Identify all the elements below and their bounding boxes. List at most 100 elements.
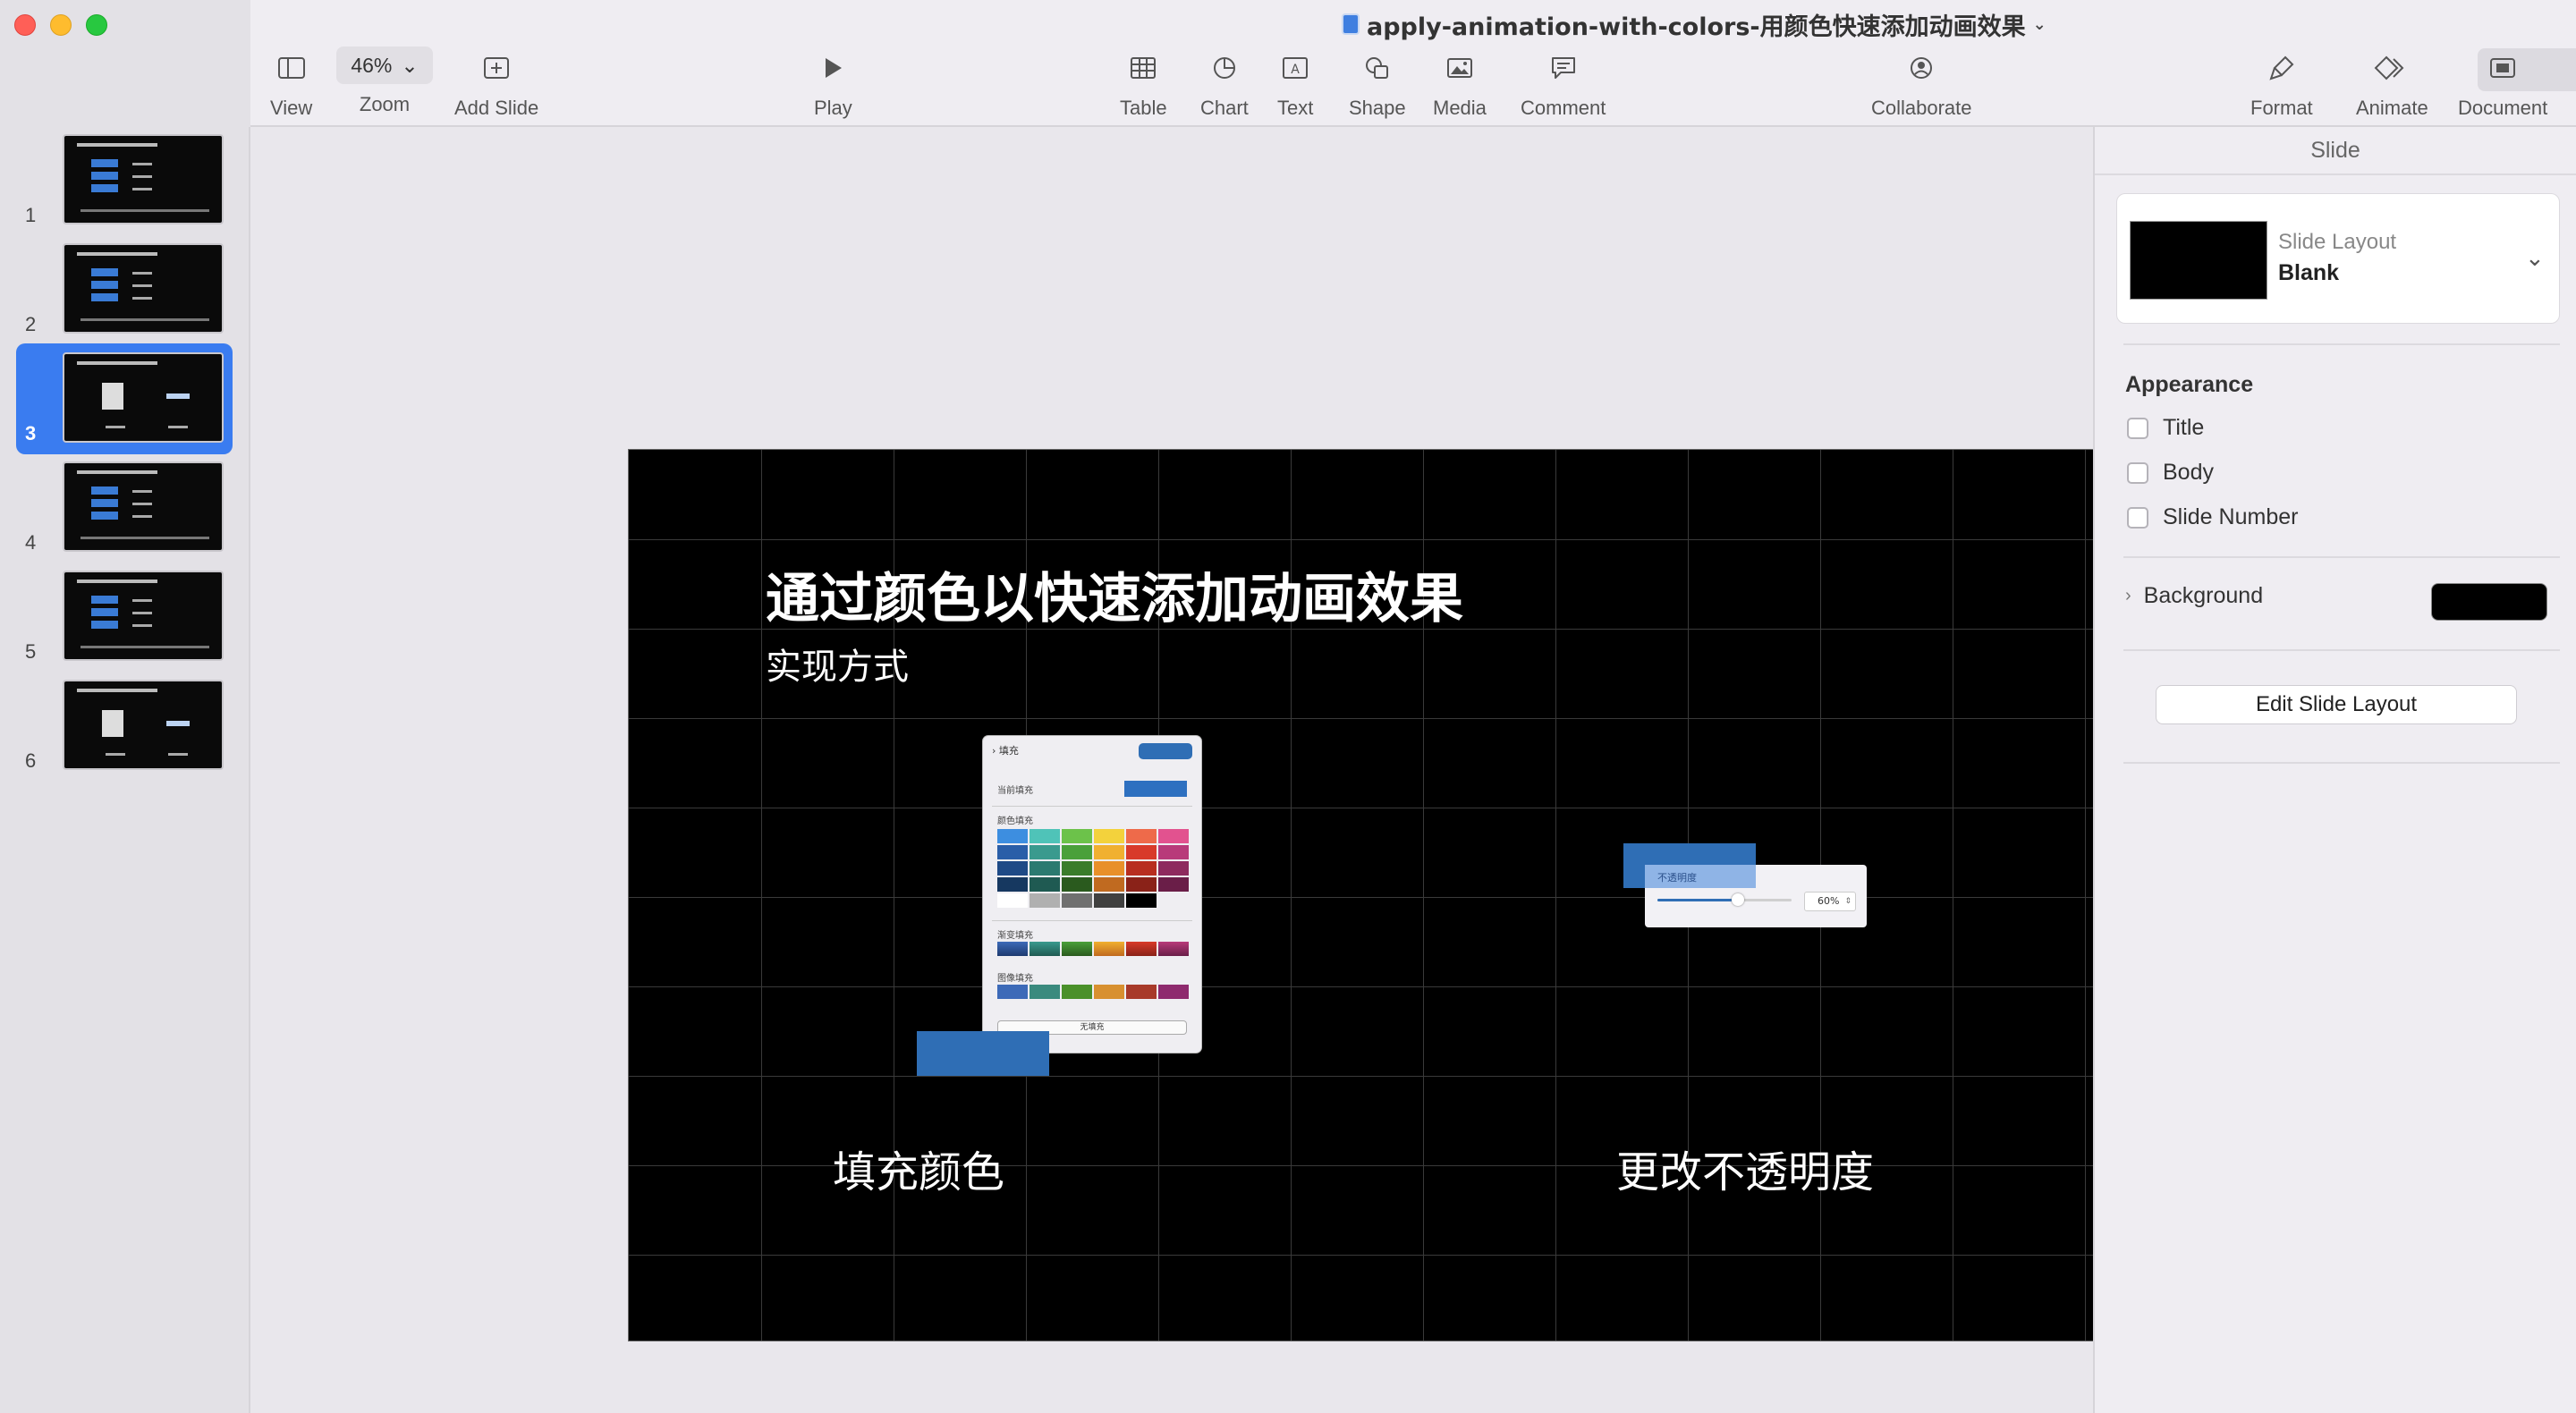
current-fill-label: 当前填充	[997, 786, 1033, 796]
slide-thumbnail-2[interactable]	[63, 243, 224, 334]
slide-number-checkbox[interactable]	[2127, 506, 2148, 529]
background-color-well[interactable]	[2431, 583, 2547, 621]
slide-thumbnail-1[interactable]	[63, 134, 224, 224]
close-window-button[interactable]	[14, 14, 36, 36]
thumb-shape	[91, 281, 118, 289]
chart-button[interactable]: Chart	[1200, 50, 1249, 120]
shape-label: Shape	[1349, 97, 1406, 119]
caption-fill-color[interactable]: 填充颜色	[833, 1137, 1004, 1199]
comment-label: Comment	[1521, 97, 1606, 119]
add-slide-button[interactable]: Add Slide	[454, 50, 538, 120]
thumb-title	[77, 252, 157, 256]
table-button[interactable]: Table	[1120, 50, 1167, 120]
slide-thumbnail-4[interactable]	[63, 461, 224, 552]
thumb-shape	[91, 608, 118, 616]
keynote-doc-icon	[1342, 13, 1360, 35]
thumb-text	[132, 297, 152, 300]
slide-thumbnail-6[interactable]	[63, 680, 224, 770]
thumb-shape	[91, 293, 118, 301]
inspector-tab-slide[interactable]: Slide	[2095, 127, 2576, 175]
minimize-window-button[interactable]	[50, 14, 72, 36]
format-label: Format	[2250, 97, 2313, 119]
thumb-opacity-panel	[166, 721, 190, 726]
text-button[interactable]: A Text	[1277, 50, 1313, 120]
text-box-icon: A	[1277, 50, 1313, 86]
add-slide-label: Add Slide	[454, 97, 539, 119]
slide-thumbnail-5[interactable]	[63, 571, 224, 661]
chart-icon	[1207, 50, 1242, 86]
shape-button[interactable]: Shape	[1349, 50, 1406, 120]
slide-subtitle[interactable]: 实现方式	[766, 638, 909, 690]
fill-type-popup	[1139, 743, 1192, 759]
slide-layout-value: Blank	[2278, 260, 2340, 285]
thumb-caption	[168, 753, 188, 756]
play-button[interactable]: Play	[814, 50, 852, 120]
thumb-text	[132, 163, 152, 165]
body-checkbox-label: Body	[2163, 460, 2214, 485]
toolbar: apply-animation-with-colors-用颜色快速添加动画效果 …	[250, 0, 2576, 127]
thumb-text	[132, 624, 152, 627]
edit-slide-layout-button[interactable]: Edit Slide Layout	[2156, 685, 2517, 724]
window-titlebar-left	[0, 0, 250, 127]
document-button[interactable]: Document	[2458, 50, 2547, 120]
title-checkbox[interactable]	[2127, 417, 2148, 439]
thumb-shape	[91, 268, 118, 276]
media-button[interactable]: Media	[1433, 50, 1487, 120]
document-title[interactable]: apply-animation-with-colors-用颜色快速添加动画效果 …	[1342, 9, 2046, 41]
opacity-slider-knob	[1732, 893, 1744, 906]
slide-number: 1	[25, 204, 37, 226]
thumb-shape	[91, 159, 118, 167]
zoom-window-button[interactable]	[86, 14, 107, 36]
thumb-shape	[91, 512, 118, 520]
thumb-text	[132, 490, 152, 493]
slide-canvas[interactable]: 通过颜色以快速添加动画效果 实现方式 › 填充 当前填充 颜色填充 渐变填充 图…	[252, 127, 2216, 1413]
grid-line	[629, 986, 2216, 987]
fill-panel-image[interactable]: › 填充 当前填充 颜色填充 渐变填充 图像填充 无填充	[983, 736, 1201, 1053]
table-label: Table	[1120, 97, 1167, 119]
document-title-text: apply-animation-with-colors-用颜色快速添加动画效果	[1367, 13, 2026, 41]
text-label: Text	[1277, 97, 1314, 119]
format-button[interactable]: Format	[2250, 50, 2313, 120]
background-disclosure[interactable]: › Background	[2125, 583, 2263, 609]
thumb-shape	[91, 499, 118, 507]
thumb-footer	[80, 318, 209, 321]
slide-layout-selector[interactable]: Slide Layout Blank ⌄	[2116, 193, 2560, 324]
stepper-icon: ⇕	[1844, 897, 1852, 906]
animate-diamond-icon	[2374, 50, 2410, 86]
thumb-title	[77, 470, 157, 474]
comment-button[interactable]: Comment	[1521, 50, 1606, 120]
title-checkbox-row[interactable]: Title	[2127, 415, 2204, 441]
blue-rectangle-shape[interactable]	[917, 1031, 1049, 1076]
document-label: Document	[2458, 97, 2548, 119]
slide-number: 3	[25, 422, 37, 444]
slide-title[interactable]: 通过颜色以快速添加动画效果	[766, 555, 1463, 633]
thumb-title	[77, 689, 157, 692]
chevron-down-icon: ⌄	[2032, 14, 2046, 34]
table-icon	[1125, 50, 1161, 86]
caption-change-opacity[interactable]: 更改不透明度	[1616, 1137, 1874, 1199]
zoom-label: Zoom	[359, 93, 411, 115]
zoom-control[interactable]: 46% ⌄ Zoom	[336, 47, 433, 116]
divider	[2123, 649, 2560, 651]
opacity-control-image[interactable]: 不透明度 60% ⇕	[1645, 865, 1867, 927]
thumb-footer	[80, 537, 209, 539]
thumb-text	[132, 188, 152, 190]
slide-number-checkbox-row[interactable]: Slide Number	[2127, 504, 2298, 530]
divider	[2123, 343, 2560, 345]
body-checkbox[interactable]	[2127, 461, 2148, 484]
slide-thumbnail-3[interactable]	[63, 352, 224, 443]
collaborate-icon	[1903, 50, 1939, 86]
zoom-select[interactable]: 46% ⌄	[336, 47, 433, 84]
thumb-fill-panel	[102, 710, 123, 737]
thumb-fill-panel	[102, 383, 123, 410]
slide-number: 4	[25, 531, 37, 554]
body-checkbox-row[interactable]: Body	[2127, 460, 2214, 486]
animate-button[interactable]: Animate	[2356, 50, 2428, 120]
grid-line	[761, 450, 762, 1341]
view-label: View	[270, 97, 313, 119]
collaborate-button[interactable]: Collaborate	[1871, 50, 1972, 120]
plus-square-icon	[479, 50, 514, 86]
view-button[interactable]: View	[270, 50, 312, 120]
current-slide[interactable]: 通过颜色以快速添加动画效果 实现方式 › 填充 当前填充 颜色填充 渐变填充 图…	[628, 449, 2216, 1341]
fill-panel-header: › 填充	[992, 745, 1019, 757]
